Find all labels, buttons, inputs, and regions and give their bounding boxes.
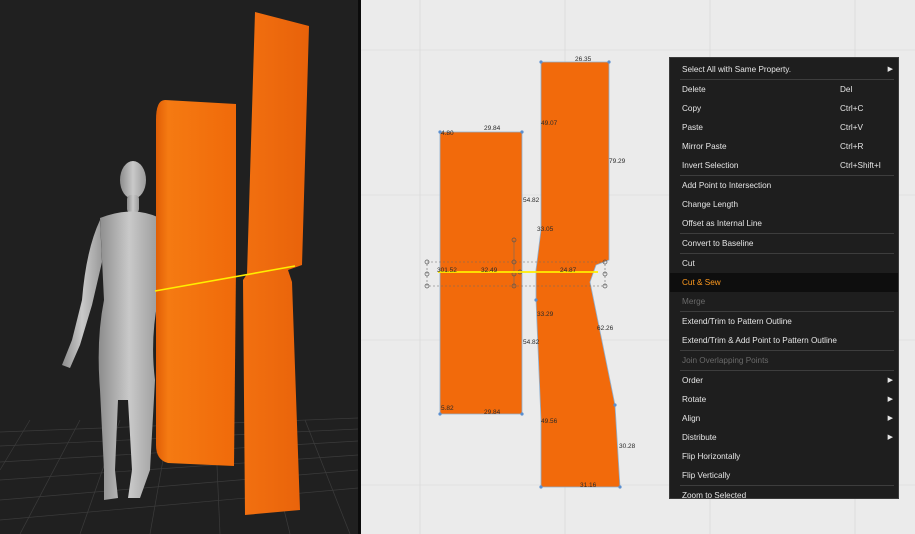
- menu-item-label: Distribute: [682, 433, 717, 442]
- menu-item-label: Offset as Internal Line: [682, 219, 762, 228]
- menu-item-copy[interactable]: Copy Ctrl+C: [670, 99, 898, 118]
- measurement-label: 4.80: [441, 130, 454, 137]
- menu-item-flip-vertically[interactable]: Flip Vertically: [670, 466, 898, 485]
- menu-item-paste[interactable]: Paste Ctrl+V: [670, 118, 898, 137]
- menu-item-order[interactable]: Order ▶: [670, 371, 898, 390]
- menu-item-label: Merge: [682, 297, 706, 306]
- measurement-label: 26.35: [575, 56, 592, 63]
- menu-item-offset-as-internal-line[interactable]: Offset as Internal Line: [670, 214, 898, 233]
- menu-item-label: Extend/Trim & Add Point to Pattern Outli…: [682, 336, 837, 345]
- measurement-label: 33.05: [537, 226, 554, 233]
- menu-item-shortcut: Ctrl+R: [840, 142, 864, 151]
- menu-item-flip-horizontally[interactable]: Flip Horizontally: [670, 447, 898, 466]
- submenu-arrow-icon: ▶: [887, 377, 893, 384]
- menu-item-label: Mirror Paste: [682, 142, 727, 151]
- measurement-label: 54.82: [523, 197, 540, 204]
- measurement-label: 30.28: [619, 443, 636, 450]
- measurement-label: 24.87: [560, 267, 577, 274]
- menu-item-label: Zoom to Selected: [682, 491, 747, 500]
- submenu-arrow-icon: ▶: [887, 396, 893, 403]
- measurement-label: 32.49: [481, 267, 498, 274]
- context-menu: Select All with Same Property. ▶ Delete De…: [669, 57, 899, 500]
- menu-item-select-all-same-property[interactable]: Select All with Same Property. ▶: [670, 60, 898, 79]
- menu-item-label: Select All with Same Property.: [682, 65, 792, 74]
- submenu-arrow-icon: ▶: [887, 415, 893, 422]
- menu-item-label: Delete: [682, 85, 706, 94]
- menu-item-label: Paste: [682, 123, 703, 132]
- measurement-label: 49.56: [541, 418, 558, 425]
- measurement-label: 79.29: [609, 158, 626, 165]
- menu-item-change-length[interactable]: Change Length: [670, 195, 898, 214]
- menu-item-shortcut: Del: [840, 85, 853, 94]
- menu-item-label: Extend/Trim to Pattern Outline: [682, 317, 792, 326]
- submenu-arrow-icon: ▶: [887, 434, 893, 441]
- measurement-label: 29.84: [484, 125, 501, 132]
- menu-item-label: Flip Horizontally: [682, 452, 741, 461]
- measurement-label: 54.82: [523, 339, 540, 346]
- menu-item-convert-to-baseline[interactable]: Convert to Baseline: [670, 234, 898, 253]
- menu-item-label: Align: [682, 414, 701, 423]
- menu-item-mirror-paste[interactable]: Mirror Paste Ctrl+R: [670, 137, 898, 156]
- menu-item-join-overlapping-points: Join Overlapping Points: [670, 351, 898, 370]
- menu-item-extend-trim-add-point[interactable]: Extend/Trim & Add Point to Pattern Outli…: [670, 331, 898, 350]
- menu-item-label: Copy: [682, 104, 702, 113]
- menu-item-label: Convert to Baseline: [682, 239, 754, 248]
- menu-item-label: Order: [682, 376, 703, 385]
- menu-item-delete[interactable]: Delete Del: [670, 80, 898, 99]
- avatar-mannequin: [62, 161, 160, 500]
- fabric-panel-right-3d: [243, 12, 309, 515]
- menu-item-merge: Merge: [670, 292, 898, 311]
- menu-item-shortcut: Ctrl+Shift+I: [840, 161, 881, 170]
- menu-item-zoom-to-selected[interactable]: Zoom to Selected: [670, 486, 898, 505]
- menu-item-extend-trim-to-pattern-outline[interactable]: Extend/Trim to Pattern Outline: [670, 312, 898, 331]
- menu-item-align[interactable]: Align ▶: [670, 409, 898, 428]
- menu-item-label: Rotate: [682, 395, 707, 404]
- menu-item-label: Change Length: [682, 200, 738, 209]
- menu-item-label: Join Overlapping Points: [682, 356, 769, 365]
- menu-item-shortcut: Ctrl+C: [840, 104, 864, 113]
- menu-item-cut-and-sew[interactable]: Cut & Sew: [670, 273, 898, 292]
- menu-item-add-point-to-intersection[interactable]: Add Point to Intersection: [670, 176, 898, 195]
- menu-item-rotate[interactable]: Rotate ▶: [670, 390, 898, 409]
- menu-item-label: Flip Vertically: [682, 471, 731, 480]
- menu-item-cut[interactable]: Cut: [670, 254, 898, 273]
- measurement-label: 31.16: [580, 482, 597, 489]
- 3d-viewport[interactable]: [0, 0, 358, 534]
- submenu-arrow-icon: ▶: [887, 66, 893, 73]
- menu-item-distribute[interactable]: Distribute ▶: [670, 428, 898, 447]
- menu-item-invert-selection[interactable]: Invert Selection Ctrl+Shift+I: [670, 156, 898, 175]
- menu-item-label: Cut & Sew: [682, 278, 721, 287]
- measurement-label: 5.82: [441, 405, 454, 412]
- menu-item-label: Add Point to Intersection: [682, 181, 772, 190]
- measurement-label: 62.26: [597, 325, 614, 332]
- menu-item-label: Cut: [682, 259, 695, 268]
- menu-item-label: Invert Selection: [682, 161, 739, 170]
- menu-item-shortcut: Ctrl+V: [840, 123, 863, 132]
- measurement-label: 33.29: [537, 311, 554, 318]
- measurement-label: 301.52: [437, 267, 457, 274]
- measurement-label: 49.07: [541, 120, 558, 127]
- 3d-scene: [0, 12, 358, 534]
- measurement-label: 29.84: [484, 409, 501, 416]
